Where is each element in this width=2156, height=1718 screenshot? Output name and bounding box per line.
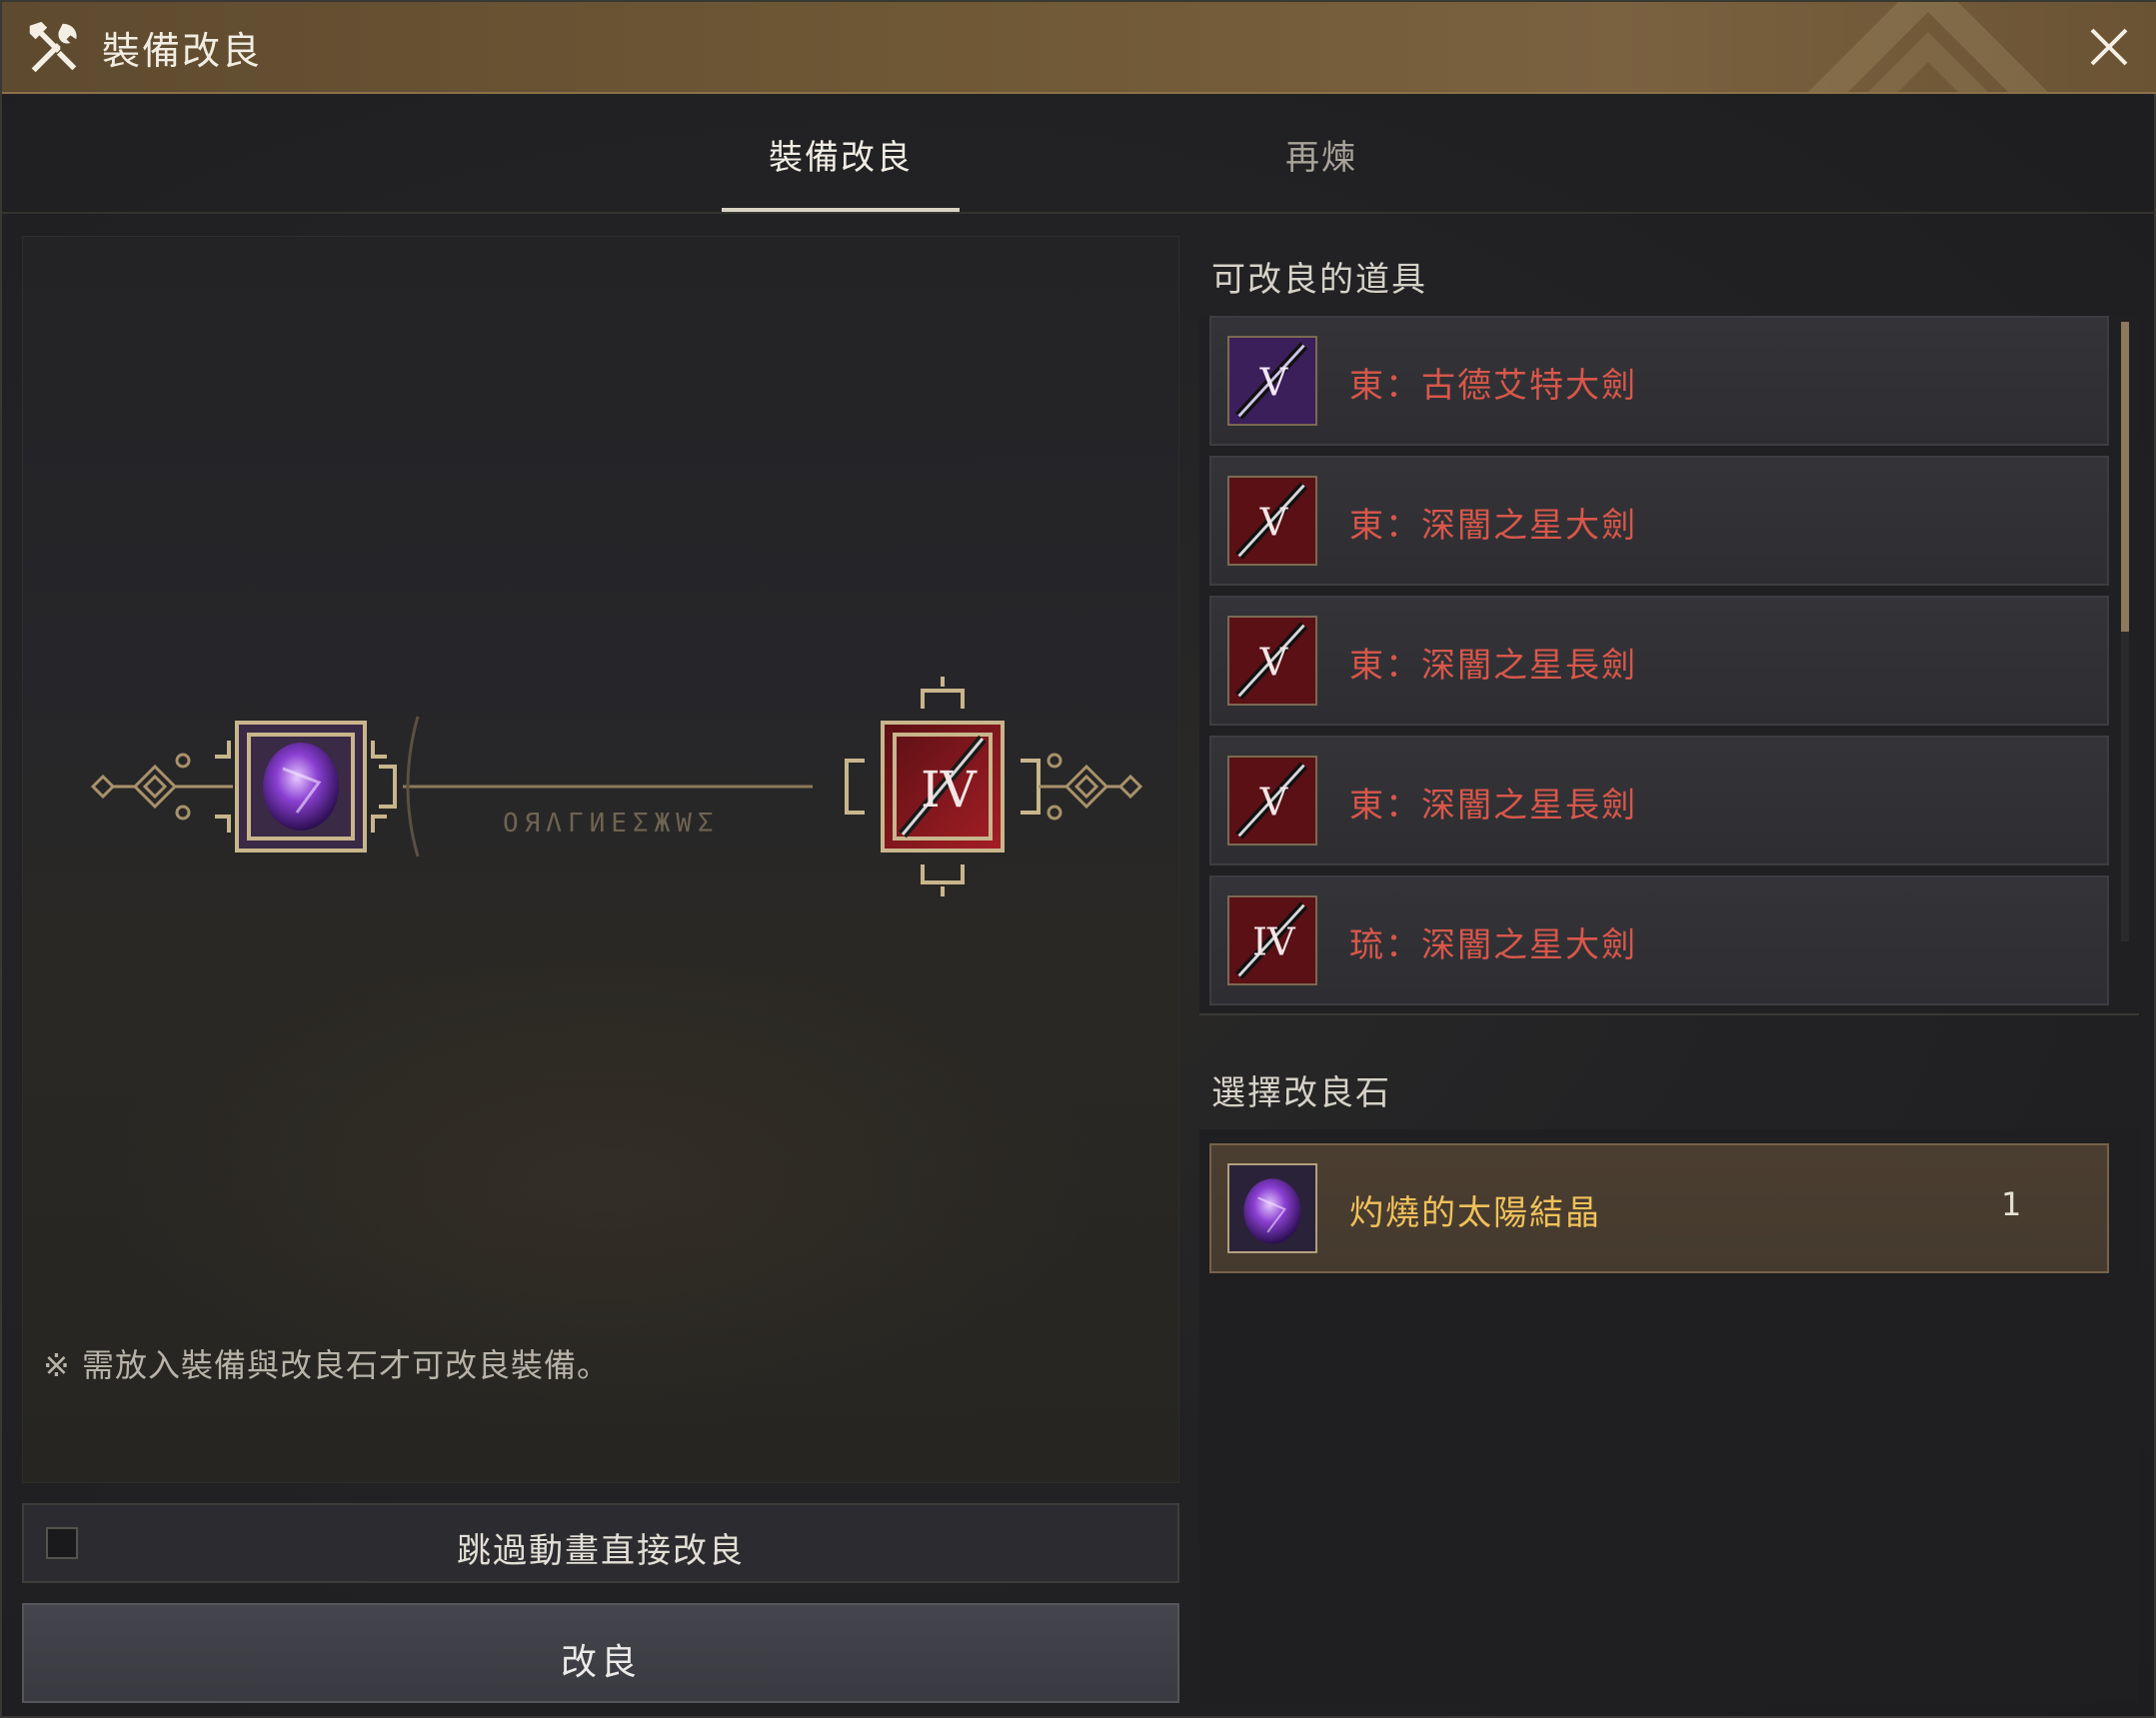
window-title: 裝備改良 [102, 29, 263, 73]
item-name: 琉：深闇之星大劍 [1349, 925, 1637, 965]
list-item[interactable]: V 東：古德艾特大劍 [1209, 316, 2109, 446]
stone-section-title: 選擇改良石 [1211, 1073, 1391, 1113]
title-decoration [1808, 2, 2048, 92]
close-icon[interactable] [2084, 22, 2134, 72]
list-item[interactable]: IV 琉：深闇之星大劍 [1209, 875, 2109, 1005]
tab-equipment-upgrade[interactable]: 裝備改良 [722, 130, 960, 179]
right-ornament [1039, 753, 1142, 821]
item-name: 東：古德艾特大劍 [1349, 366, 1637, 406]
red-sword-icon: V [1227, 476, 1317, 566]
purple-sword-icon: V [1227, 336, 1317, 426]
refine-button-label: 改良 [560, 1642, 641, 1683]
upgrade-diagram: OЯΛΓИЕΣЖWΣ IV [90, 677, 1142, 896]
left-ornament [90, 753, 233, 821]
active-tab-underline [722, 208, 960, 212]
items-scrollbar[interactable] [2121, 322, 2129, 941]
scrollbar-thumb[interactable] [2121, 322, 2129, 632]
equipment-upgrade-window: 裝備改良 裝備改良 再煉 OЯΛΓИЕΣЖWΣ IV ※ 需放入裝備與改良石才可… [0, 0, 2156, 1718]
svg-text:V: V [1259, 781, 1289, 825]
svg-text:V: V [1259, 361, 1289, 405]
title-bar: 裝備改良 [2, 2, 2156, 94]
upgrade-preview-panel: OЯΛΓИЕΣЖWΣ IV ※ 需放入裝備與改良石才可改良裝備。 [22, 236, 1179, 1483]
refine-button[interactable]: 改良 [22, 1603, 1179, 1703]
list-item[interactable]: V 東：深闇之星長劍 [1209, 736, 2109, 865]
skip-animation-label: 跳過動畫直接改良 [457, 1531, 745, 1571]
upgrade-notice: ※ 需放入裝備與改良石才可改良裝備。 [43, 1346, 610, 1384]
rune-text: OЯΛΓИЕΣЖWΣ [503, 809, 720, 839]
item-name: 東：深闇之星大劍 [1349, 506, 1637, 546]
upgradable-items-list: V 東：古德艾特大劍 V 東：深闇之星大劍 V 東：深闇之星長劍 V 東：深闇之… [1199, 316, 2139, 1015]
skip-animation-toggle[interactable]: 跳過動畫直接改良 [22, 1503, 1179, 1583]
svg-text:V: V [1259, 641, 1289, 685]
svg-text:V: V [1259, 501, 1289, 545]
items-section-title: 可改良的道具 [1211, 260, 1427, 300]
red-sword-icon: V [1227, 616, 1317, 706]
stone-count: 1 [2001, 1185, 2022, 1223]
list-item[interactable]: 灼燒的太陽結晶 1 [1209, 1143, 2109, 1273]
item-name: 東：深闇之星長劍 [1349, 646, 1637, 686]
tab-bar: 裝備改良 再煉 [2, 94, 2156, 214]
target-tier-label: IV [921, 761, 978, 819]
stone-name: 灼燒的太陽結晶 [1349, 1193, 1601, 1233]
red-sword-icon: V [1227, 756, 1317, 846]
list-item[interactable]: V 東：深闇之星長劍 [1209, 596, 2109, 726]
tab-reforge[interactable]: 再煉 [1221, 130, 1421, 179]
purple-crystal-icon [263, 743, 339, 831]
right-panel: 可改良的道具 V 東：古德艾特大劍 V 東：深闇之星大劍 V 東：深闇之星長劍 … [1199, 236, 2139, 1703]
purple-crystal-icon [1227, 1163, 1317, 1253]
list-item[interactable]: V 東：深闇之星大劍 [1209, 456, 2109, 586]
hammer-wrench-icon [29, 21, 77, 73]
svg-text:IV: IV [1252, 920, 1296, 964]
item-name: 東：深闇之星長劍 [1349, 786, 1637, 826]
red-sword-icon: IV [1227, 895, 1317, 985]
